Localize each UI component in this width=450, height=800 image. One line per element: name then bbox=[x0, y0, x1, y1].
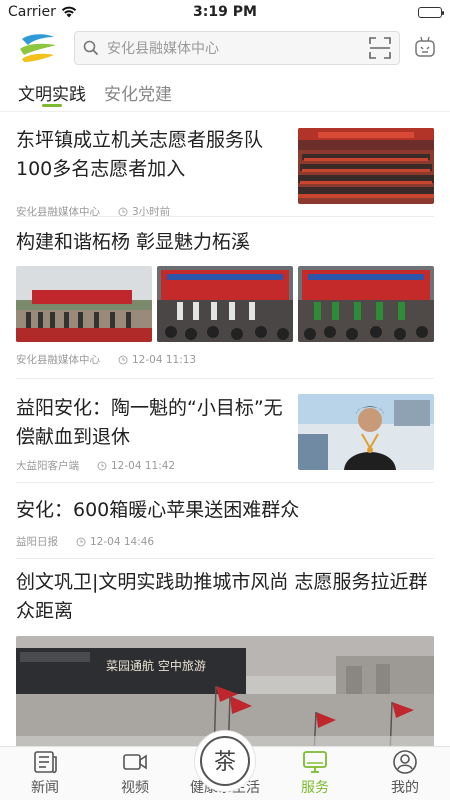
video-icon bbox=[123, 754, 147, 770]
divider bbox=[16, 378, 434, 379]
tab-wenming-shijian[interactable]: 文明实践 bbox=[18, 76, 86, 112]
news-thumbnail bbox=[298, 266, 434, 342]
search-icon bbox=[83, 40, 99, 56]
meeting-hall-photo bbox=[298, 128, 434, 204]
news-source: 大益阳客户端 bbox=[16, 460, 79, 472]
news-image-row bbox=[16, 266, 434, 342]
news-item[interactable]: 构建和谐柘杨 彰显魅力柘溪 安化县融媒体中心 12-04 11:13 bbox=[16, 228, 434, 374]
tab-label: 视频 bbox=[121, 780, 149, 796]
tea-life-button[interactable]: 茶 bbox=[194, 730, 256, 792]
news-meta: 大益阳客户端 12-04 11:42 bbox=[16, 458, 175, 473]
news-time: 12-04 14:46 bbox=[76, 536, 154, 548]
tab-profile[interactable]: 我的 bbox=[360, 747, 450, 800]
news-item[interactable]: 益阳安化：陶一魁的“小目标”无偿献血到退休 大益阳客户端 12-04 11:42 bbox=[16, 394, 434, 474]
battery-icon bbox=[418, 6, 444, 18]
wifi-icon bbox=[61, 6, 77, 18]
clock-icon bbox=[118, 355, 128, 364]
carrier-label: Carrier bbox=[8, 4, 56, 20]
news-source: 安化县融媒体中心 bbox=[16, 354, 100, 366]
tab-label: 安化党建 bbox=[104, 85, 172, 105]
robot-icon[interactable] bbox=[412, 35, 438, 61]
news-title: 安化：600箱暖心苹果送困难群众 bbox=[16, 499, 300, 521]
news-time-label: 12-04 11:13 bbox=[132, 353, 197, 366]
news-meta: 益阳日报 12-04 14:46 bbox=[16, 534, 154, 549]
search-bar[interactable]: 安化县融媒体中心 bbox=[74, 31, 400, 65]
outdoor-ceremony-photo bbox=[16, 266, 152, 342]
news-title: 益阳安化：陶一魁的“小目标”无偿献血到退休 bbox=[16, 397, 283, 448]
carrier: Carrier bbox=[8, 4, 77, 20]
divider bbox=[16, 558, 434, 559]
news-item[interactable]: 创文巩卫|文明实践助推城市风尚 志愿服务拉近群众距离 菜园通航 空中旅游 bbox=[16, 568, 434, 746]
news-source: 益阳日报 bbox=[16, 536, 58, 548]
channel-tabs: 文明实践 安化党建 bbox=[0, 76, 450, 112]
tab-label: 新闻 bbox=[31, 780, 59, 796]
clock-icon bbox=[97, 461, 107, 470]
news-title: 构建和谐柘杨 彰显魅力柘溪 bbox=[16, 231, 251, 253]
clock-icon bbox=[118, 207, 128, 216]
news-meta: 安化县融媒体中心 12-04 11:13 bbox=[16, 352, 196, 367]
news-time: 12-04 11:42 bbox=[97, 460, 175, 472]
svg-text:茶: 茶 bbox=[214, 750, 236, 775]
status-bar: Carrier 3:19 PM bbox=[0, 0, 450, 24]
tab-news[interactable]: 新闻 bbox=[0, 747, 90, 800]
tea-icon: 茶 bbox=[214, 750, 236, 775]
bus-portrait-photo bbox=[298, 394, 434, 470]
tab-label: 我的 bbox=[391, 780, 419, 796]
news-thumbnail bbox=[298, 128, 434, 204]
tab-video[interactable]: 视频 bbox=[90, 747, 180, 800]
tab-label: 服务 bbox=[301, 780, 329, 796]
tab-label: 文明实践 bbox=[18, 85, 86, 105]
app-logo[interactable] bbox=[16, 31, 60, 65]
profile-icon bbox=[393, 750, 417, 774]
news-item[interactable]: 东坪镇成立机关志愿者服务队100多名志愿者加入 安化县融媒体中心 3小时前 bbox=[16, 126, 434, 218]
tab-anhua-dangjian[interactable]: 安化党建 bbox=[104, 76, 172, 112]
news-title: 创文巩卫|文明实践助推城市风尚 志愿服务拉近群众距离 bbox=[16, 571, 428, 622]
clock-icon bbox=[76, 537, 86, 546]
service-icon bbox=[303, 751, 327, 773]
news-title: 东坪镇成立机关志愿者服务队100多名志愿者加入 bbox=[16, 129, 264, 180]
news-time: 12-04 11:13 bbox=[118, 354, 196, 366]
stage-performance-photo bbox=[157, 266, 293, 342]
news-time-label: 12-04 11:42 bbox=[111, 459, 176, 472]
news-thumbnail bbox=[298, 394, 434, 470]
divider bbox=[16, 216, 434, 217]
news-icon bbox=[34, 751, 57, 774]
tab-service[interactable]: 服务 bbox=[270, 747, 360, 800]
news-thumbnail bbox=[157, 266, 293, 342]
divider bbox=[16, 482, 434, 483]
news-time-label: 12-04 14:46 bbox=[90, 535, 155, 548]
stage-dance-photo bbox=[298, 266, 434, 342]
news-thumbnail bbox=[16, 266, 152, 342]
active-tab-indicator bbox=[42, 104, 62, 107]
scan-icon[interactable] bbox=[369, 37, 391, 59]
news-feed[interactable]: 东坪镇成立机关志愿者服务队100多名志愿者加入 安化县融媒体中心 3小时前 构建… bbox=[0, 112, 450, 746]
news-item[interactable]: 安化：600箱暖心苹果送困难群众 益阳日报 12-04 14:46 bbox=[16, 496, 434, 556]
search-input[interactable]: 安化县融媒体中心 bbox=[107, 38, 369, 58]
banner-text: 菜园通航 空中旅游 bbox=[106, 658, 206, 673]
search-header: 安化县融媒体中心 bbox=[0, 28, 450, 68]
